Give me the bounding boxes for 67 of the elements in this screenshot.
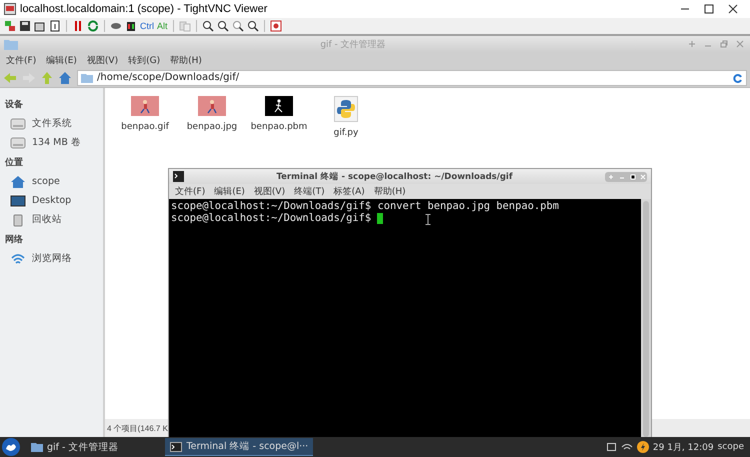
save-icon[interactable] [19, 20, 31, 32]
colors-icon[interactable] [125, 20, 137, 32]
menu-item[interactable]: 标签(A) [334, 185, 365, 198]
sidebar-heading: 设备 [5, 98, 24, 112]
window-title: gif - 文件管理器 [319, 38, 387, 50]
folder-icon [31, 442, 43, 452]
window-title: localhost.localdomain:1 (scope) - TightVNC Viewer [20, 3, 268, 15]
clock: 29 1月, 12:09 [652, 442, 714, 454]
folder-icon [81, 72, 93, 82]
status-text: 4 个项目(146.7 K [107, 422, 168, 434]
window-title: Terminal 终端 - scope@localhost: ~/Downloads/gif [275, 170, 514, 182]
menu-item[interactable]: 终端(T) [294, 185, 325, 198]
home-icon [10, 174, 26, 188]
key-button[interactable]: Ctrl [140, 20, 154, 32]
wifi-icon [10, 252, 26, 266]
drive-icon [10, 136, 26, 150]
connection-icon[interactable] [4, 20, 16, 32]
folder-icon [4, 38, 18, 50]
file-name[interactable]: benpao.jpg [186, 122, 238, 132]
path-field[interactable]: /home/scope/Downloads/gif/ [77, 70, 747, 86]
sidebar-item[interactable]: 134 MB 卷 [32, 136, 81, 149]
menu-item[interactable]: 编辑(E) [214, 185, 245, 198]
menu-item[interactable]: 文件(F) [175, 185, 206, 198]
monitor-icon [10, 194, 26, 208]
zoom-in-icon[interactable] [202, 20, 214, 32]
menu-item[interactable]: 帮助(H) [170, 54, 202, 66]
sidebar-item[interactable]: scope [32, 176, 60, 187]
zoom-out-icon[interactable] [216, 20, 229, 32]
close-icon[interactable] [728, 4, 738, 14]
power-icon [636, 441, 649, 453]
zoom-fit-icon[interactable] [246, 20, 259, 32]
terminal-line: scope@localhost:~/Downloads/gif$ [171, 212, 384, 224]
sidebar-item[interactable]: 浏览网络 [32, 252, 72, 265]
app-icon [4, 3, 16, 15]
menu-item[interactable]: 文件(F) [6, 54, 36, 66]
menu-item[interactable]: 帮助(H) [374, 185, 406, 198]
sidebar-heading: 网络 [5, 234, 24, 246]
sidebar-item[interactable]: 回收站 [32, 213, 62, 226]
terminal-icon [170, 442, 182, 452]
sidebar-item[interactable]: 文件系统 [32, 117, 72, 130]
sidebar-heading: 位置 [5, 156, 24, 170]
python-file-icon [334, 96, 358, 122]
drive-icon [10, 116, 26, 130]
window-controls-drawing[interactable] [605, 172, 647, 182]
mouse-pointer-icon [425, 214, 431, 225]
wifi-icon [620, 442, 633, 452]
maximize-icon[interactable] [704, 4, 714, 14]
fullscreen-icon[interactable] [270, 20, 282, 32]
menu-item[interactable]: 转到(G) [128, 54, 160, 66]
terminal-line: scope@localhost:~/Downloads/gif$ convert benpao.jpg benpao.pbm [171, 200, 559, 212]
menu-item[interactable]: 视图(V) [254, 185, 286, 198]
start-icon[interactable] [2, 438, 20, 456]
file-name[interactable]: benpao.gif [121, 122, 169, 132]
refresh-icon[interactable] [87, 20, 99, 32]
user-name: scope [718, 442, 744, 452]
taskbar-button[interactable]: Terminal 终端 - scope@l··· [165, 438, 314, 456]
file-name[interactable]: benpao.pbm [250, 122, 308, 132]
zoom-reset-icon[interactable] [232, 20, 244, 32]
refresh-icon[interactable] [733, 72, 743, 82]
menu-item[interactable]: 视图(V) [86, 54, 118, 66]
taskbar-button[interactable]: gif - 文件管理器 [26, 438, 124, 456]
terminal-icon [173, 171, 184, 182]
home-icon[interactable] [58, 70, 72, 84]
file-name[interactable]: gif.py [334, 128, 358, 138]
menu-item[interactable]: 编辑(E) [46, 54, 77, 66]
sidebar-item[interactable]: Desktop [32, 195, 72, 206]
pause-icon[interactable] [72, 20, 84, 32]
